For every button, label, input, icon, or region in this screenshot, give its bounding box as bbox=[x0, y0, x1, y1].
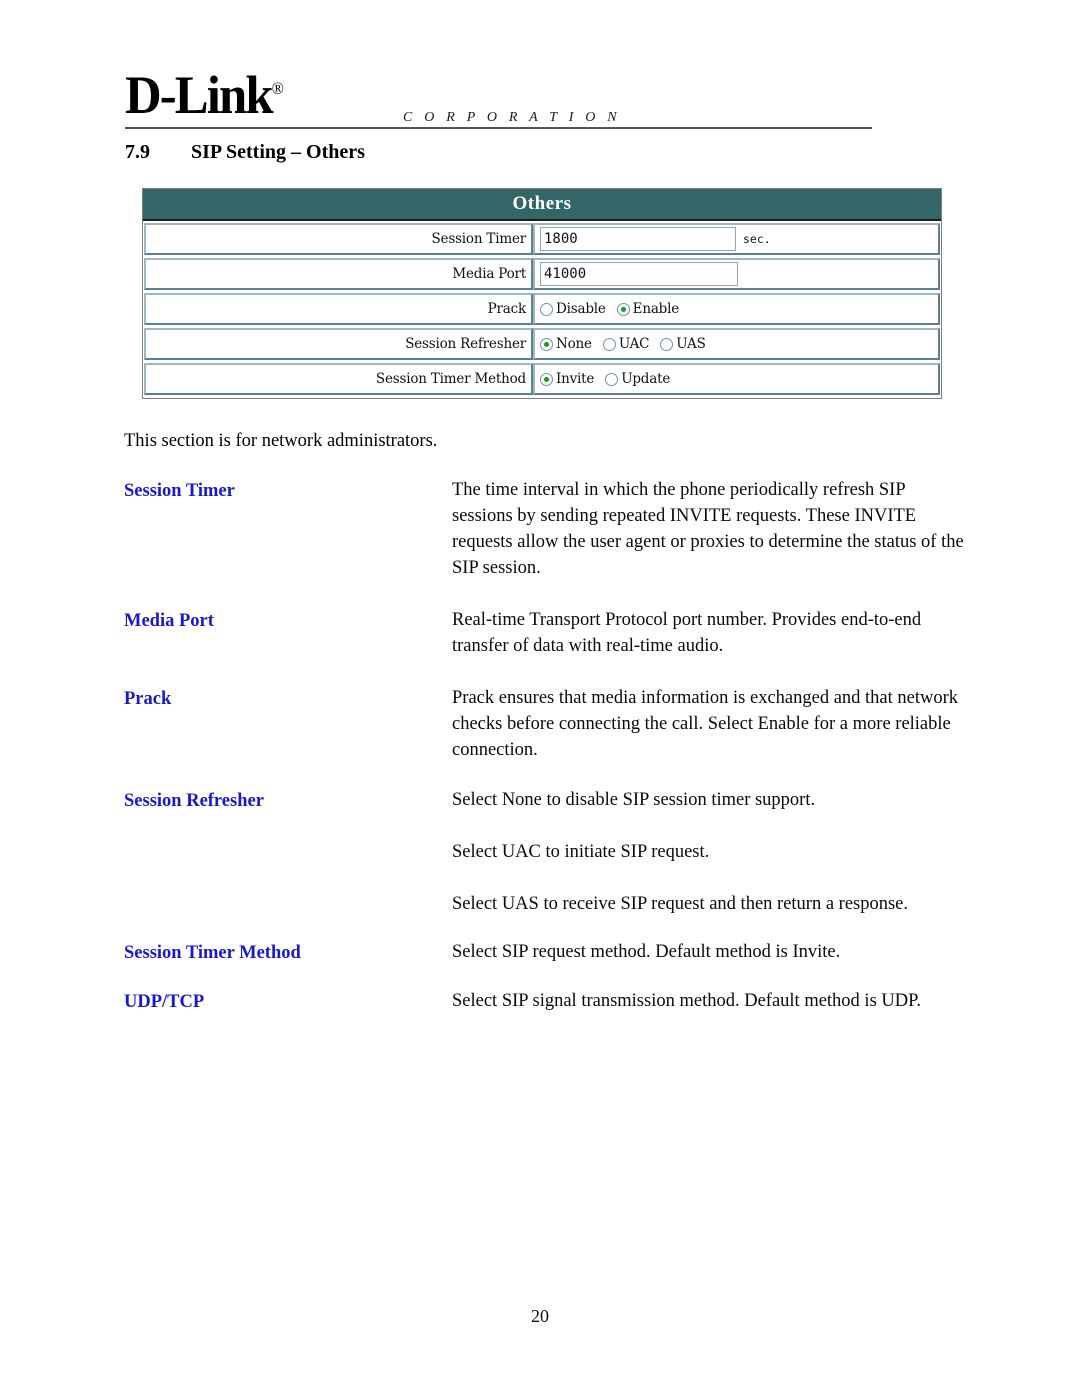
definition-term: UDP/TCP bbox=[124, 992, 205, 1012]
radio-selected-icon[interactable] bbox=[616, 302, 630, 316]
definition-paragraph: Prack ensures that media information is … bbox=[452, 688, 959, 760]
page-title: 7.9 SIP Setting – Others bbox=[125, 140, 365, 164]
definition-paragraph: Select SIP request method. Default metho… bbox=[452, 942, 841, 962]
table-row: Session Timer 1800 sec. bbox=[144, 223, 940, 255]
session-refresher-option-none[interactable]: None bbox=[540, 336, 592, 352]
logo-wordmark: D-Link® bbox=[125, 65, 284, 125]
radio-icon[interactable] bbox=[605, 372, 619, 386]
definition-list: Session Timer The time interval in which… bbox=[124, 477, 964, 1015]
definition-paragraph: The time interval in which the phone per… bbox=[452, 480, 964, 578]
page-number: 20 bbox=[531, 1306, 549, 1326]
row-label-session-timer-method: Session Timer Method bbox=[144, 363, 533, 395]
definition-description: Select SIP request method. Default metho… bbox=[452, 939, 964, 965]
definition-description: The time interval in which the phone per… bbox=[452, 477, 964, 581]
row-value-media-port: 41000 bbox=[533, 258, 940, 290]
definition-description: Select None to disable SIP session timer… bbox=[452, 787, 964, 917]
radio-icon[interactable] bbox=[540, 302, 553, 316]
table-row: Media Port 41000 bbox=[144, 258, 940, 290]
section-title: SIP Setting – Others bbox=[191, 141, 365, 163]
panel-title: Others bbox=[143, 189, 941, 221]
definition-description: Select SIP signal transmission method. D… bbox=[452, 988, 964, 1014]
row-value-prack: Disable Enable bbox=[533, 293, 940, 325]
row-value-session-timer-method: Invite Update bbox=[533, 363, 940, 395]
document-header: D-Link® C O R P O R A T I O N bbox=[125, 62, 873, 130]
definition-paragraph: Select UAC to initiate SIP request. bbox=[452, 842, 710, 862]
row-label-session-timer: Session Timer bbox=[144, 223, 533, 255]
registered-trademark-icon: ® bbox=[271, 79, 284, 98]
radio-icon[interactable] bbox=[660, 337, 674, 351]
session-refresher-radio-group: None UAC UAS bbox=[540, 336, 706, 352]
session-timer-method-option-invite[interactable]: Invite bbox=[540, 371, 594, 387]
definition-term: Media Port bbox=[124, 611, 214, 631]
definition-term: Session Timer Method bbox=[124, 943, 301, 963]
panel-rows: Session Timer 1800 sec. Media Port 41000 bbox=[143, 221, 941, 398]
table-row: Session Refresher None UAC UAS bbox=[144, 328, 940, 360]
radio-selected-icon[interactable] bbox=[540, 372, 553, 386]
definition-session-timer-method: Session Timer Method Select SIP request … bbox=[124, 939, 964, 966]
session-timer-method-option-update[interactable]: Update bbox=[605, 371, 670, 387]
definition-term: Session Refresher bbox=[124, 791, 264, 811]
row-label-prack: Prack bbox=[144, 293, 533, 325]
prack-option-enable[interactable]: Enable bbox=[616, 301, 679, 317]
prack-option-disable[interactable]: Disable bbox=[540, 301, 606, 317]
others-settings-panel: Others Session Timer 1800 sec. Media Por… bbox=[142, 188, 942, 399]
session-timer-method-radio-group: Invite Update bbox=[540, 371, 670, 387]
radio-selected-icon[interactable] bbox=[540, 337, 553, 351]
prack-radio-group: Disable Enable bbox=[540, 301, 679, 317]
definition-term: Prack bbox=[124, 689, 172, 709]
definition-term: Session Timer bbox=[124, 481, 235, 501]
row-value-session-timer: 1800 sec. bbox=[533, 223, 940, 255]
table-row: Session Timer Method Invite Update bbox=[144, 363, 940, 395]
intro-paragraph: This section is for network administrato… bbox=[124, 431, 438, 451]
row-label-session-refresher: Session Refresher bbox=[144, 328, 533, 360]
definition-paragraph: Select UAS to receive SIP request and th… bbox=[452, 894, 909, 914]
row-label-media-port: Media Port bbox=[144, 258, 533, 290]
media-port-input[interactable]: 41000 bbox=[540, 262, 738, 286]
definition-prack: Prack Prack ensures that media informati… bbox=[124, 685, 964, 763]
radio-icon[interactable] bbox=[602, 337, 616, 351]
table-row: Prack Disable Enable bbox=[144, 293, 940, 325]
session-timer-input[interactable]: 1800 bbox=[540, 227, 736, 251]
header-divider bbox=[125, 127, 872, 129]
row-value-session-refresher: None UAC UAS bbox=[533, 328, 940, 360]
dlink-logo: D-Link® bbox=[125, 62, 294, 122]
definition-paragraph: Select None to disable SIP session timer… bbox=[452, 790, 816, 810]
document-page: D-Link® C O R P O R A T I O N 7.9 SIP Set… bbox=[0, 0, 1080, 1397]
definition-session-refresher: Session Refresher Select None to disable… bbox=[124, 787, 964, 917]
session-refresher-option-uac[interactable]: UAC bbox=[602, 336, 649, 352]
definition-media-port: Media Port Real-time Transport Protocol … bbox=[124, 607, 964, 659]
logo-subtitle: C O R P O R A T I O N bbox=[403, 110, 621, 125]
definition-session-timer: Session Timer The time interval in which… bbox=[124, 477, 964, 581]
definition-udp-tcp: UDP/TCP Select SIP signal transmission m… bbox=[124, 988, 964, 1015]
session-timer-unit: sec. bbox=[743, 232, 771, 246]
definition-description: Prack ensures that media information is … bbox=[452, 685, 964, 763]
session-refresher-option-uas[interactable]: UAS bbox=[660, 336, 706, 352]
section-number: 7.9 bbox=[125, 141, 150, 163]
definition-paragraph: Real-time Transport Protocol port number… bbox=[452, 610, 922, 656]
definition-description: Real-time Transport Protocol port number… bbox=[452, 607, 964, 659]
definition-paragraph: Select SIP signal transmission method. D… bbox=[452, 991, 921, 1011]
